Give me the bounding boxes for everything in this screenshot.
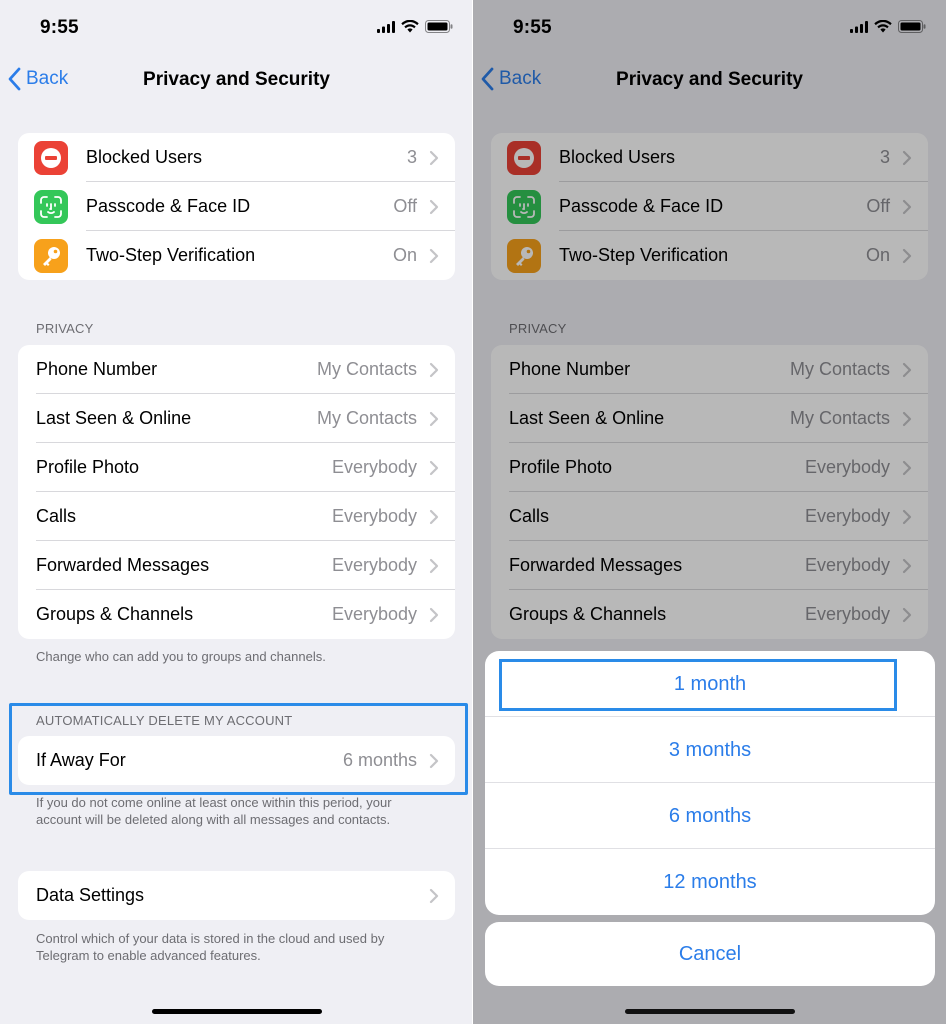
home-indicator: [151, 1009, 322, 1014]
row-label: Calls: [36, 506, 77, 526]
chevron-right-icon: [429, 509, 439, 524]
forwarded-messages-row[interactable]: Forwarded Messages Everybody: [18, 541, 455, 590]
battery-icon: [425, 20, 453, 33]
privacy-group: Phone Number My Contacts Last Seen & Onl…: [18, 345, 455, 639]
profile-photo-row[interactable]: Profile Photo Everybody: [18, 443, 455, 492]
two-step-row[interactable]: Two-Step Verification On: [18, 231, 455, 280]
row-label: Profile Photo: [36, 457, 140, 477]
chevron-right-icon: [429, 607, 439, 622]
data-settings-row[interactable]: Data Settings: [18, 871, 455, 920]
calls-row[interactable]: Calls Everybody: [18, 492, 455, 541]
data-settings-footer: Control which of your data is stored in …: [36, 931, 385, 963]
chevron-right-icon: [429, 558, 439, 573]
privacy-header: PRIVACY: [36, 321, 94, 336]
blocked-users-icon: [34, 140, 68, 175]
row-value: On: [392, 245, 417, 265]
last-seen-row[interactable]: Last Seen & Online My Contacts: [18, 394, 455, 443]
row-value: 3: [406, 147, 417, 167]
row-value: My Contacts: [316, 359, 417, 379]
data-settings-group: Data Settings: [18, 871, 455, 920]
cancel-sheet: Cancel: [485, 922, 935, 986]
row-label: Data Settings: [36, 885, 145, 905]
row-value: My Contacts: [316, 408, 417, 428]
settings-screen-with-action-sheet: 9:55 Back Privacy and Security Blocked U…: [473, 0, 946, 1024]
status-bar: 9:55: [0, 0, 473, 56]
auto-delete-footer: If you do not come online at least once …: [36, 795, 392, 827]
navigation-bar: Back Privacy and Security: [0, 58, 473, 102]
highlight-annotation: [9, 703, 468, 795]
option-12-months[interactable]: 12 months: [485, 849, 935, 915]
option-label: 12 months: [663, 870, 757, 893]
option-label: 3 months: [668, 738, 752, 761]
row-label: Last Seen & Online: [36, 408, 192, 428]
option-3-months[interactable]: 3 months: [485, 717, 935, 783]
cancel-button[interactable]: Cancel: [485, 922, 935, 986]
row-value: Everybody: [331, 457, 417, 477]
page-title: Privacy and Security: [143, 69, 330, 90]
option-6-months[interactable]: 6 months: [485, 783, 935, 849]
action-sheet: 1 month 3 months 6 months 12 months: [485, 651, 935, 915]
chevron-right-icon: [429, 411, 439, 426]
wifi-icon: [401, 20, 419, 33]
cancel-label: Cancel: [678, 942, 742, 965]
chevron-right-icon: [429, 248, 439, 263]
chevron-right-icon: [429, 362, 439, 377]
row-value: Everybody: [331, 506, 417, 526]
option-label: 6 months: [668, 804, 752, 827]
key-icon: [34, 238, 68, 273]
row-value: Everybody: [331, 555, 417, 575]
blocked-users-row[interactable]: Blocked Users 3: [18, 133, 455, 182]
home-indicator: [624, 1009, 795, 1014]
privacy-footer: Change who can add you to groups and cha…: [36, 649, 326, 664]
row-label: Forwarded Messages: [36, 555, 210, 575]
row-label: Blocked Users: [86, 147, 203, 167]
chevron-right-icon: [429, 460, 439, 475]
chevron-right-icon: [429, 199, 439, 214]
passcode-row[interactable]: Passcode & Face ID Off: [18, 182, 455, 231]
row-value: Everybody: [331, 604, 417, 624]
settings-screen: 9:55 Back Privacy and Security Blocked U…: [0, 0, 473, 1024]
row-label: Passcode & Face ID: [86, 196, 251, 216]
chevron-right-icon: [429, 150, 439, 165]
security-group: Blocked Users 3 Passcode & Face ID Off T…: [18, 133, 455, 280]
chevron-right-icon: [429, 888, 439, 903]
signal-icon: [377, 20, 395, 33]
row-label: Two-Step Verification: [86, 245, 256, 265]
face-id-icon: [34, 189, 68, 224]
phone-number-row[interactable]: Phone Number My Contacts: [18, 345, 455, 394]
option-1-month[interactable]: 1 month: [485, 651, 935, 717]
row-value: Off: [393, 196, 417, 216]
status-time: 9:55: [40, 17, 79, 38]
highlight-annotation: [499, 659, 897, 711]
row-label: Phone Number: [36, 359, 158, 379]
groups-channels-row[interactable]: Groups & Channels Everybody: [18, 590, 455, 639]
row-label: Groups & Channels: [36, 604, 194, 624]
